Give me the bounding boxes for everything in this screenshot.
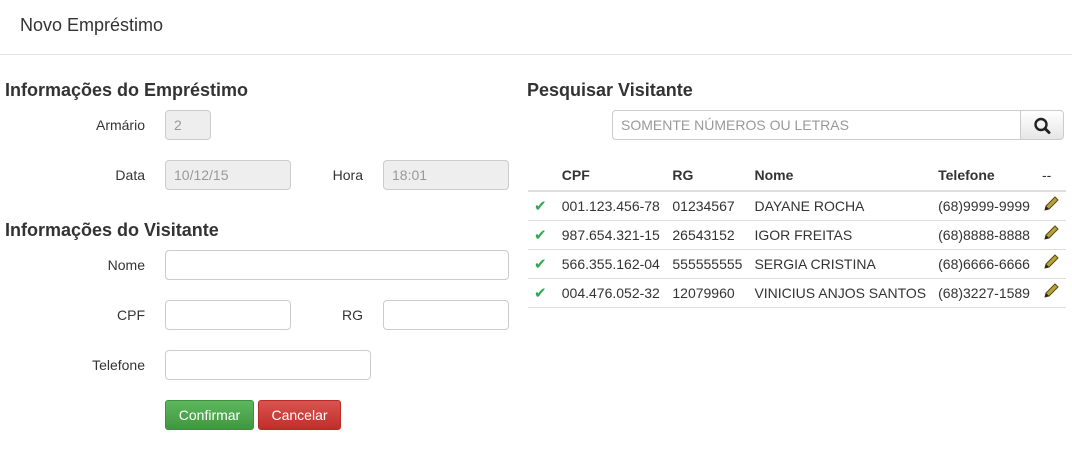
page-title: Novo Empréstimo	[20, 15, 164, 35]
search-button[interactable]	[1020, 110, 1064, 140]
name-cell: SERGIA CRISTINA	[748, 249, 933, 279]
visitor-table: CPF RG Nome Telefone -- ✔ 001.123.456-78…	[528, 160, 1066, 308]
time-field[interactable]	[383, 160, 509, 190]
name-column-header: Nome	[748, 160, 933, 192]
name-field[interactable]	[165, 250, 509, 280]
date-label: Data	[115, 167, 145, 183]
phone-column-header: Telefone	[932, 160, 1036, 192]
cpf-label: CPF	[117, 307, 145, 323]
phone-cell: (68)3227-1589	[932, 278, 1036, 308]
search-input[interactable]	[612, 110, 1022, 140]
search-heading: Pesquisar Visitante	[527, 80, 693, 100]
edit-cell	[1036, 278, 1066, 308]
phone-field[interactable]	[165, 350, 371, 380]
edit-cell	[1036, 191, 1066, 221]
confirm-button[interactable]: Confirmar	[165, 400, 254, 430]
time-label: Hora	[332, 167, 363, 183]
phone-label: Telefone	[92, 357, 145, 373]
cpf-cell: 987.654.321-15	[555, 220, 667, 250]
modal-header: Novo Empréstimo	[0, 0, 1072, 55]
rg-cell: 01234567	[666, 191, 749, 221]
rg-label: RG	[342, 307, 363, 323]
rg-cell: 555555555	[666, 249, 749, 279]
name-label: Nome	[107, 257, 145, 273]
pencil-icon[interactable]	[1042, 253, 1060, 271]
cpf-cell: 566.355.162-04	[555, 249, 667, 279]
pencil-icon[interactable]	[1042, 224, 1060, 242]
check-icon: ✔	[528, 249, 556, 279]
cpf-field[interactable]	[165, 300, 291, 330]
search-icon	[1034, 117, 1051, 134]
action-column-header: --	[1036, 160, 1066, 192]
edit-cell	[1036, 220, 1066, 250]
check-icon: ✔	[528, 278, 556, 308]
rg-field[interactable]	[383, 300, 509, 330]
phone-cell: (68)9999-9999	[932, 191, 1036, 221]
table-row[interactable]: ✔ 004.476.052-32 12079960 VINICIUS ANJOS…	[528, 278, 1066, 308]
rg-cell: 26543152	[666, 220, 749, 250]
locker-label: Armário	[95, 117, 145, 133]
cancel-button[interactable]: Cancelar	[258, 400, 341, 430]
visitor-info-heading: Informações do Visitante	[5, 220, 219, 240]
cpf-cell: 001.123.456-78	[555, 191, 667, 221]
check-icon: ✔	[528, 220, 556, 250]
status-column-header	[528, 160, 556, 192]
pencil-icon[interactable]	[1042, 195, 1060, 213]
cpf-cell: 004.476.052-32	[555, 278, 667, 308]
rg-cell: 12079960	[666, 278, 749, 308]
table-row[interactable]: ✔ 987.654.321-15 26543152 IGOR FREITAS (…	[528, 220, 1066, 250]
table-row[interactable]: ✔ 566.355.162-04 555555555 SERGIA CRISTI…	[528, 249, 1066, 279]
rg-column-header: RG	[666, 160, 749, 192]
name-cell: VINICIUS ANJOS SANTOS	[748, 278, 933, 308]
locker-field[interactable]	[165, 110, 211, 140]
edit-cell	[1036, 249, 1066, 279]
name-cell: DAYANE ROCHA	[748, 191, 933, 221]
table-row[interactable]: ✔ 001.123.456-78 01234567 DAYANE ROCHA (…	[528, 191, 1066, 221]
loan-info-heading: Informações do Empréstimo	[5, 80, 249, 100]
check-icon: ✔	[528, 191, 556, 221]
name-cell: IGOR FREITAS	[748, 220, 933, 250]
table-header-row: CPF RG Nome Telefone --	[528, 160, 1066, 192]
phone-cell: (68)6666-6666	[932, 249, 1036, 279]
phone-cell: (68)8888-8888	[932, 220, 1036, 250]
date-field[interactable]	[165, 160, 291, 190]
cpf-column-header: CPF	[555, 160, 667, 192]
pencil-icon[interactable]	[1042, 282, 1060, 300]
